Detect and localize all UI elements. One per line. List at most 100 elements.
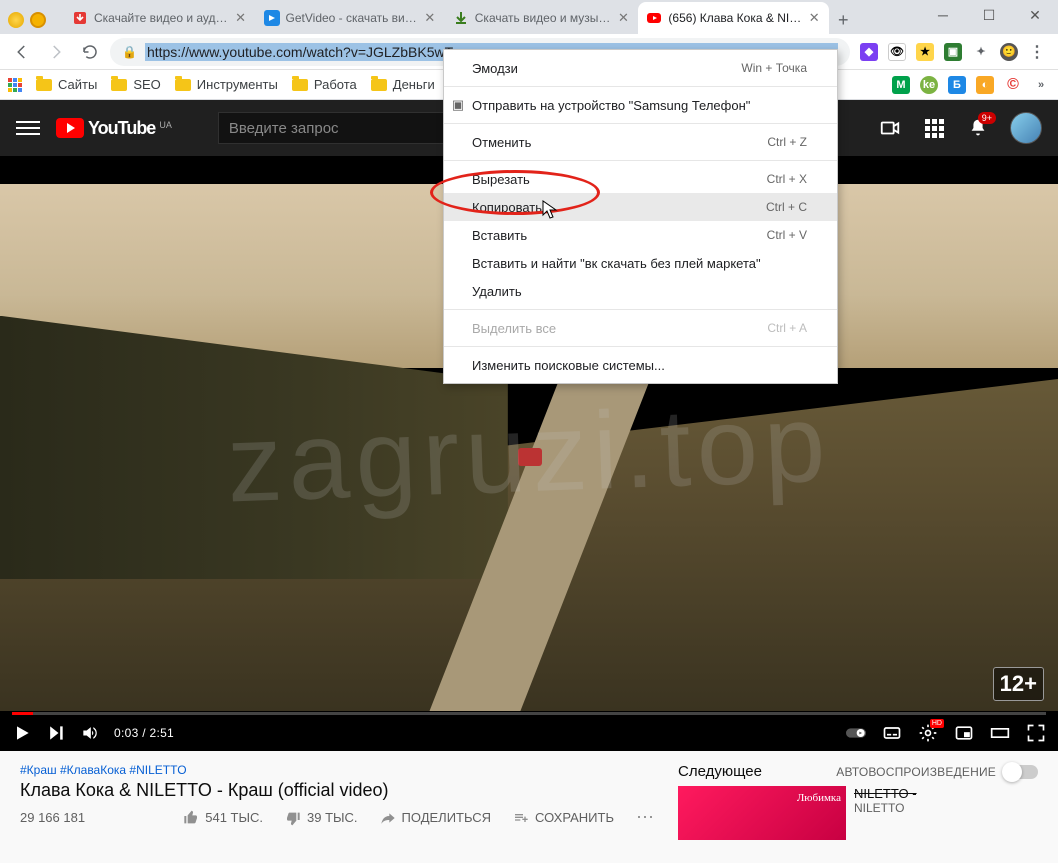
bookmark-label: SEO — [133, 77, 160, 92]
nav-back[interactable] — [8, 38, 36, 66]
cursor-icon — [542, 200, 558, 220]
settings-icon[interactable]: HD — [918, 723, 938, 743]
context-menu: ЭмодзиWin + Точка ▣Отправить на устройст… — [443, 49, 838, 384]
extension-icon[interactable]: ◆ — [860, 43, 878, 61]
playlist-add-icon — [513, 810, 529, 826]
window-close[interactable]: ✕ — [1012, 0, 1058, 30]
bookmark-icon[interactable]: © — [1004, 76, 1022, 94]
bookmark-label: Деньги — [393, 77, 435, 92]
nav-forward[interactable] — [42, 38, 70, 66]
extension-icon[interactable]: ★ — [916, 43, 934, 61]
ctx-delete[interactable]: Удалить — [444, 277, 837, 305]
bookmark-folder[interactable]: Инструменты — [175, 77, 278, 92]
window-minimize[interactable]: ─ — [920, 0, 966, 30]
upnext-heading: Следующее — [678, 763, 762, 780]
yt-logo[interactable]: YouTube UA — [56, 118, 172, 139]
ctx-cut[interactable]: ВырезатьCtrl + X — [444, 165, 837, 193]
volume-icon[interactable] — [80, 723, 100, 743]
save-button[interactable]: СОХРАНИТЬ — [513, 810, 614, 826]
fullscreen-icon[interactable] — [1026, 723, 1046, 743]
lock-icon: 🔒 — [122, 45, 137, 59]
close-icon[interactable]: ✕ — [234, 11, 248, 25]
folder-icon — [111, 79, 127, 91]
like-button[interactable]: 541 ТЫС. — [183, 810, 263, 826]
ctx-paste-search[interactable]: Вставить и найти "вк скачать без плей ма… — [444, 249, 837, 277]
create-icon[interactable] — [878, 116, 902, 140]
share-button[interactable]: ПОДЕЛИТЬСЯ — [380, 810, 491, 826]
tab-title: Скачайте видео и ауд… — [94, 11, 228, 25]
recommendation-item[interactable]: NILETTO - NILETTO — [678, 786, 1038, 840]
apps-icon — [8, 78, 22, 92]
taskbar-icon — [8, 12, 24, 28]
new-tab-button[interactable]: + — [829, 6, 857, 34]
share-icon — [380, 810, 396, 826]
dislike-button[interactable]: 39 ТЫС. — [285, 810, 358, 826]
browser-tab[interactable]: Скачайте видео и ауд… ✕ — [64, 2, 256, 34]
yt-search-placeholder: Введите запрос — [229, 120, 339, 137]
miniplayer-icon[interactable] — [954, 723, 974, 743]
bookmark-folder[interactable]: Работа — [292, 77, 357, 92]
yt-apps-icon[interactable] — [922, 116, 946, 140]
browser-tab[interactable]: GetVideo - скачать ви… ✕ — [256, 2, 445, 34]
tab-title: GetVideo - скачать ви… — [286, 11, 417, 25]
ctx-cast[interactable]: ▣Отправить на устройство "Samsung Телефо… — [444, 91, 837, 119]
cast-icon: ▣ — [450, 97, 466, 113]
bookmark-label: Сайты — [58, 77, 97, 92]
notifications-icon[interactable]: 9+ — [966, 116, 990, 140]
bookmark-icon[interactable]: ke — [920, 76, 938, 94]
extension-icon[interactable]: 👁 — [888, 43, 906, 61]
menu-icon[interactable]: ⋮ — [1028, 43, 1046, 61]
autoplay-toggle[interactable] — [1004, 765, 1038, 779]
bookmark-icon[interactable]: Б — [948, 76, 966, 94]
save-label: СОХРАНИТЬ — [535, 810, 614, 825]
ctx-undo[interactable]: ОтменитьCtrl + Z — [444, 128, 837, 156]
window-maximize[interactable]: ☐ — [966, 0, 1012, 30]
close-icon[interactable]: ✕ — [423, 11, 437, 25]
dislike-count: 39 ТЫС. — [307, 810, 358, 825]
bookmark-icon[interactable]: ◐ — [976, 76, 994, 94]
close-icon[interactable]: ✕ — [807, 11, 821, 25]
youtube-icon — [56, 118, 84, 138]
play-icon[interactable] — [12, 723, 32, 743]
subtitles-icon[interactable] — [882, 723, 902, 743]
profile-icon[interactable]: 🙂 — [1000, 43, 1018, 61]
ctx-copy[interactable]: КопироватьCtrl + C — [444, 193, 837, 221]
recommendation-thumbnail — [678, 786, 846, 840]
yt-country-code: UA — [159, 120, 172, 130]
next-icon[interactable] — [46, 723, 66, 743]
bookmark-folder[interactable]: SEO — [111, 77, 160, 92]
tab-title: (656) Клава Кока & NI… — [668, 11, 801, 25]
yt-logo-text: YouTube — [88, 118, 155, 139]
video-hashtags[interactable]: #Краш #КлаваКока #NILETTO — [20, 763, 654, 777]
ctx-search-engines[interactable]: Изменить поисковые системы... — [444, 351, 837, 379]
apps-button[interactable] — [8, 78, 22, 92]
avatar[interactable] — [1010, 112, 1042, 144]
bookmark-folder[interactable]: Деньги — [371, 77, 435, 92]
bookmark-icon[interactable]: M — [892, 76, 910, 94]
autoplay-label: АВТОВОСПРОИЗВЕДЕНИЕ — [836, 765, 996, 779]
extension-icon[interactable]: ▣ — [944, 43, 962, 61]
thumb-up-icon — [183, 810, 199, 826]
browser-tab[interactable]: Скачать видео и музы… ✕ — [445, 2, 639, 34]
taskbar-icon — [30, 12, 46, 28]
extensions-icon[interactable]: ✦ — [972, 43, 990, 61]
bookmark-folder[interactable]: Сайты — [36, 77, 97, 92]
ctx-select-all[interactable]: Выделить всеCtrl + A — [444, 314, 837, 342]
ctx-emoji[interactable]: ЭмодзиWin + Точка — [444, 54, 837, 82]
download-icon — [72, 10, 88, 26]
site-icon — [264, 10, 280, 26]
bookmark-label: Работа — [314, 77, 357, 92]
autoplay-toggle-icon[interactable] — [846, 723, 866, 743]
recommendation-channel: NILETTO — [854, 801, 917, 815]
close-icon[interactable]: ✕ — [616, 11, 630, 25]
ctx-paste[interactable]: ВставитьCtrl + V — [444, 221, 837, 249]
folder-icon — [36, 79, 52, 91]
more-button[interactable]: ⋯ — [636, 807, 654, 828]
yt-hamburger-icon[interactable] — [16, 116, 40, 140]
theater-icon[interactable] — [990, 723, 1010, 743]
bookmarks-overflow[interactable]: » — [1032, 76, 1050, 94]
player-time: 0:03 / 2:51 — [114, 726, 174, 740]
browser-tab-active[interactable]: (656) Клава Кока & NI… ✕ — [638, 2, 829, 34]
video-title: Клава Кока & NILETTO - Краш (official vi… — [20, 780, 654, 801]
nav-reload[interactable] — [76, 38, 104, 66]
